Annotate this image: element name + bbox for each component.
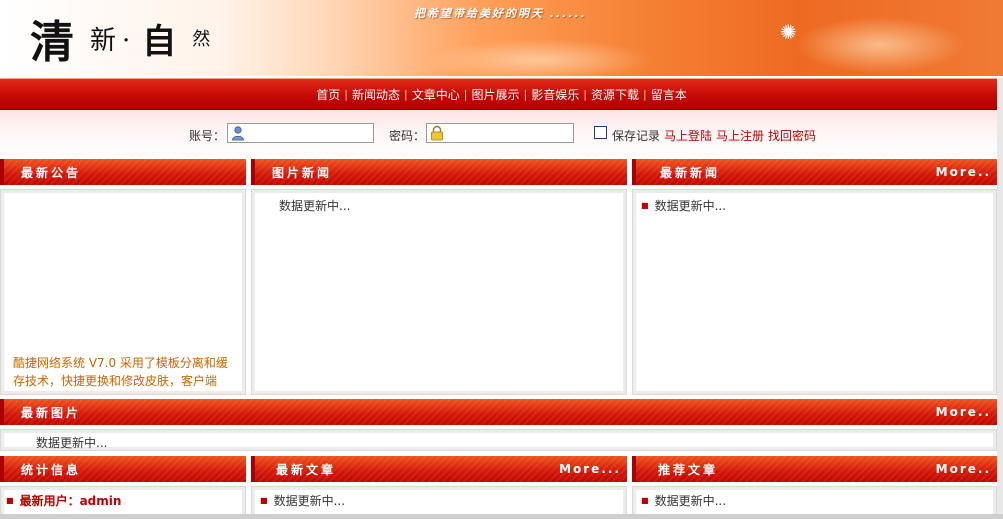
latest-user-row: ■ 最新用户：admin [6,492,121,509]
register-link[interactable]: 马上注册 [716,127,764,144]
announcement-text: 酷捷网络系统 V7.0 采用了模板分离和缓存技术，快捷更换和修改皮肤，客户端采用… [13,356,228,388]
recover-password-link[interactable]: 找回密码 [768,127,816,144]
recommended-more-link[interactable]: More.. [936,462,991,476]
nav-separator: | [642,87,647,101]
header-banner: 清 新· 自 然 把希望带给美好的明天 ...... ✺ [0,0,1003,76]
nav-photos[interactable]: 图片展示 [471,86,519,103]
announce-panel-header: 最新公告 [0,159,246,185]
account-input[interactable] [227,123,374,143]
main-nav: 首页 | 新闻动态 | 文章中心 | 图片展示 | 影音娱乐 | 资源下载 | … [0,78,1003,110]
list-item-text: 数据更新中... [654,199,727,213]
announce-title: 最新公告 [21,166,82,180]
latest-news-more-link[interactable]: More.. [936,165,991,179]
stats-title: 统计信息 [21,463,82,477]
latest-images-panel-header: 最新图片 More.. [0,399,997,425]
bullet-icon: ■ [260,496,268,505]
latest-user-name[interactable]: admin [80,494,122,508]
latest-images-more-link[interactable]: More.. [936,405,991,419]
latest-news-title: 最新新闻 [660,166,721,180]
list-item[interactable]: ■ 数据更新中... [641,197,726,214]
latest-articles-panel-header: 最新文章 More... [251,456,627,482]
latest-images-placeholder: 数据更新中... [36,436,108,450]
logo-char-3: 自 [142,21,183,62]
login-bar: 账号： 密码： [0,110,1003,158]
latest-news-panel-body: ■ 数据更新中... [632,189,997,395]
nav-media[interactable]: 影音娱乐 [531,86,579,103]
stats-panel-header: 统计信息 [0,456,246,482]
photo-news-panel-header: 图片新闻 [251,159,627,185]
login-link[interactable]: 马上登陆 [664,127,712,144]
announce-panel-body: 酷捷网络系统 V7.0 采用了模板分离和缓存技术，快捷更换和修改皮肤，客户端采用… [0,189,246,395]
nav-separator: | [583,87,587,101]
account-label: 账号： [189,129,226,143]
nav-home[interactable]: 首页 [316,86,340,103]
photo-news-placeholder: 数据更新中... [279,199,351,213]
nav-articles[interactable]: 文章中心 [412,86,460,103]
password-input[interactable] [426,123,574,143]
nav-separator: | [404,87,408,101]
nav-downloads[interactable]: 资源下载 [591,86,639,103]
list-item[interactable]: ■ 数据更新中... [260,492,345,509]
nav-separator: | [344,87,349,101]
bullet-icon: ■ [641,201,649,210]
user-icon [232,126,244,141]
nav-guestbook[interactable]: 留言本 [651,86,687,103]
nav-news[interactable]: 新闻动态 [352,86,400,103]
site-logo: 清 新· 自 然 [30,0,216,76]
list-item[interactable]: ■ 数据更新中... [641,492,726,509]
photo-news-panel-body: 数据更新中... [251,189,627,395]
remember-label: 保存记录 [612,129,661,143]
sparkle-icon: ✺ [780,20,797,44]
window-right-edge [997,78,1003,519]
list-item-text: 数据更新中... [654,494,727,508]
bullet-icon: ■ [6,496,14,505]
lock-icon [431,125,443,141]
bullet-icon: ■ [641,496,649,505]
nav-separator: | [523,87,528,101]
latest-images-title: 最新图片 [21,406,82,420]
latest-articles-more-link[interactable]: More... [559,462,621,476]
recommended-title: 推荐文章 [658,463,719,477]
password-label: 密码： [389,129,426,143]
logo-char-4: 然 [192,29,217,50]
remember-checkbox[interactable] [594,126,607,139]
latest-user-label: 最新用户： [19,494,80,508]
list-item-text: 数据更新中... [273,494,346,508]
logo-char-2: 新· [90,25,137,56]
latest-news-panel-header: 最新新闻 More.. [632,159,997,185]
latest-articles-title: 最新文章 [276,463,337,477]
site-slogan: 把希望带给美好的明天 ...... [414,7,587,20]
photo-news-title: 图片新闻 [272,166,333,180]
logo-char-1: 清 [30,17,80,68]
latest-images-panel-body: 数据更新中... [0,429,997,451]
nav-separator: | [463,87,468,101]
horizontal-scrollbar[interactable] [0,514,1003,519]
recommended-panel-header: 推荐文章 More.. [632,456,997,482]
